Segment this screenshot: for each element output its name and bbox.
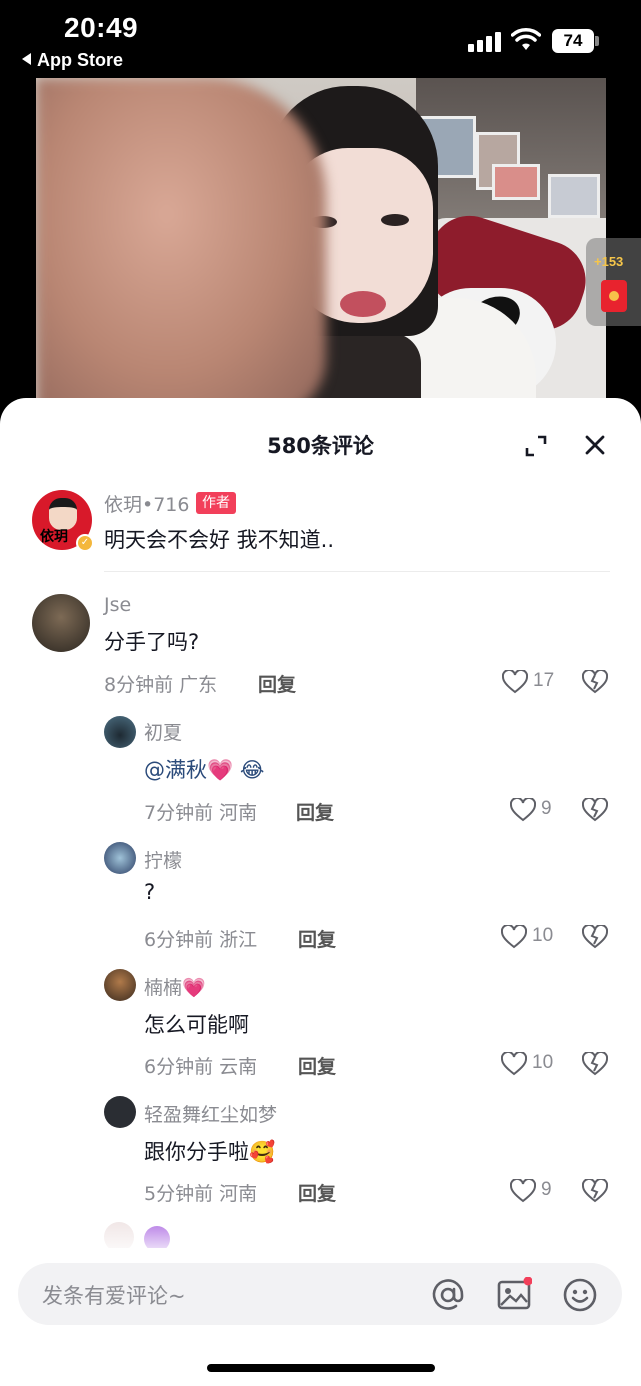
battery-tip bbox=[595, 36, 599, 46]
replier-name[interactable]: 初夏 bbox=[144, 718, 182, 745]
heart-icon[interactable] bbox=[501, 925, 527, 949]
like-count: 9 bbox=[541, 798, 552, 819]
battery-indicator: 74 bbox=[552, 29, 594, 53]
comment-text: 分手了吗? bbox=[104, 630, 200, 654]
broken-heart-icon[interactable] bbox=[582, 1052, 608, 1076]
reply-button[interactable]: 回复 bbox=[258, 670, 296, 697]
status-bar: 20:49 App Store 74 bbox=[0, 0, 641, 78]
comment-item[interactable]: Jse 分手了吗? 8分钟前 广东 回复 17 bbox=[0, 590, 641, 700]
status-time: 20:49 bbox=[64, 12, 139, 43]
person-eye bbox=[381, 214, 409, 226]
cellular-signal-icon bbox=[468, 30, 502, 52]
comment-input-placeholder: 发条有爱评论~ bbox=[42, 1284, 186, 1308]
wifi-icon bbox=[511, 28, 541, 50]
comment-input-bar: 发条有爱评论~ bbox=[0, 1248, 641, 1386]
like-count: 10 bbox=[532, 925, 554, 946]
home-indicator[interactable] bbox=[207, 1364, 435, 1372]
reply-item[interactable]: 拧檬 ? 6分钟前 浙江 回复 10 bbox=[0, 842, 641, 952]
like-count: 10 bbox=[532, 1052, 554, 1073]
comment-time-location: 8分钟前 广东 bbox=[104, 674, 218, 696]
photo-frame bbox=[548, 174, 600, 218]
author-name[interactable]: 依玥•716 bbox=[104, 490, 189, 517]
reply-text: 怎么可能啊 bbox=[144, 1013, 249, 1037]
author-comment[interactable]: 依玥 ✓ 依玥•716 作者 明天会不会好 我不知道.. bbox=[0, 486, 641, 574]
replier-name[interactable]: 楠楠💗 bbox=[144, 973, 206, 1000]
expand-icon[interactable] bbox=[524, 434, 548, 458]
divider bbox=[104, 571, 610, 572]
photo-frame bbox=[492, 164, 540, 200]
like-count: 17 bbox=[533, 670, 555, 691]
image-icon[interactable] bbox=[496, 1277, 532, 1313]
emoji-icon[interactable] bbox=[562, 1277, 598, 1313]
close-icon[interactable] bbox=[583, 433, 607, 457]
commenter-name[interactable]: Jse bbox=[104, 594, 131, 616]
author-tag: 作者 bbox=[196, 492, 236, 514]
reply-text: 跟你分手啦🥰 bbox=[144, 1140, 276, 1164]
replier-avatar[interactable] bbox=[104, 716, 136, 748]
replier-avatar[interactable] bbox=[104, 969, 136, 1001]
reply-time-location: 7分钟前 河南 bbox=[144, 802, 258, 824]
video-frame[interactable] bbox=[36, 78, 606, 418]
reply-button[interactable]: 回复 bbox=[298, 1052, 336, 1079]
back-to-app-store-button[interactable]: App Store bbox=[22, 50, 123, 71]
mention-at-icon[interactable] bbox=[430, 1277, 466, 1313]
back-arrow-icon bbox=[22, 53, 31, 65]
reply-item[interactable]: 楠楠💗 怎么可能啊 6分钟前 云南 回复 10 bbox=[0, 969, 641, 1079]
commenter-avatar[interactable] bbox=[32, 594, 90, 652]
heart-icon[interactable] bbox=[502, 670, 528, 694]
back-app-label: App Store bbox=[37, 50, 124, 70]
reply-item[interactable]: 轻盈舞红尘如梦 跟你分手啦🥰 5分钟前 河南 回复 9 bbox=[0, 1096, 641, 1206]
reply-time-location: 6分钟前 云南 bbox=[144, 1056, 258, 1078]
red-packet-icon[interactable] bbox=[601, 280, 627, 312]
broken-heart-icon[interactable] bbox=[582, 925, 608, 949]
comment-input[interactable]: 发条有爱评论~ bbox=[18, 1263, 622, 1325]
author-comment-text: 明天会不会好 我不知道.. bbox=[104, 528, 335, 552]
reply-text: @满秋💗 😂 bbox=[144, 758, 265, 782]
broken-heart-icon[interactable] bbox=[582, 798, 608, 822]
heart-icon[interactable] bbox=[510, 798, 536, 822]
replier-avatar[interactable] bbox=[104, 1096, 136, 1128]
red-packet-count: +153 bbox=[594, 254, 624, 269]
verified-badge-icon: ✓ bbox=[76, 534, 94, 552]
scroll-fade bbox=[0, 1200, 641, 1250]
reply-item[interactable]: 初夏 @满秋💗 😂 7分钟前 河南 回复 9 bbox=[0, 714, 641, 824]
like-count: 9 bbox=[541, 1179, 552, 1200]
replier-avatar[interactable] bbox=[104, 842, 136, 874]
replier-name[interactable]: 轻盈舞红尘如梦 bbox=[144, 1100, 277, 1127]
blurred-hand bbox=[36, 78, 326, 418]
reply-time-location: 6分钟前 浙江 bbox=[144, 929, 258, 951]
person-lips bbox=[340, 291, 386, 317]
reply-button[interactable]: 回复 bbox=[296, 798, 334, 825]
reply-text: ? bbox=[144, 880, 156, 904]
reply-button[interactable]: 回复 bbox=[298, 925, 336, 952]
replier-name[interactable]: 拧檬 bbox=[144, 846, 182, 873]
video-player[interactable] bbox=[0, 78, 641, 418]
broken-heart-icon[interactable] bbox=[582, 670, 608, 694]
heart-icon[interactable] bbox=[501, 1052, 527, 1076]
